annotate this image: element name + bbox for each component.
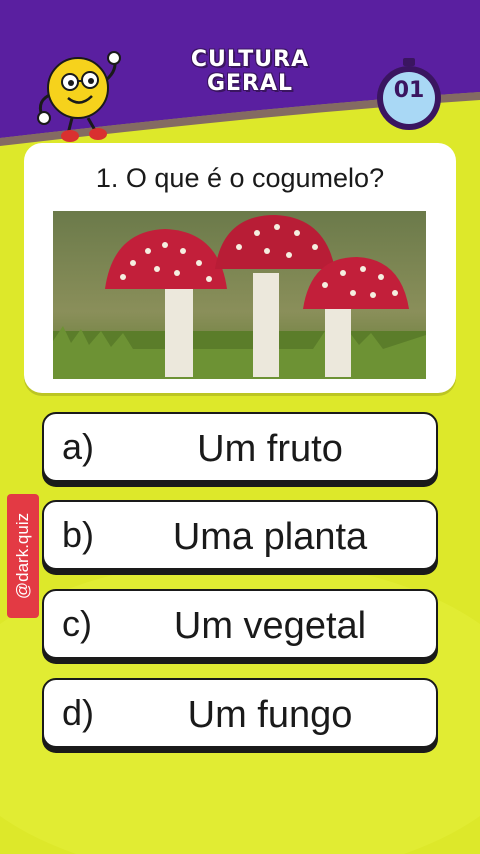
answer-option-c[interactable]: c) Um vegetal	[42, 589, 438, 659]
question-text: 1. O que é o cogumelo?	[95, 163, 385, 193]
answer-letter: a)	[62, 426, 95, 467]
mushroom-illustration	[53, 211, 426, 379]
answer-text: Uma planta	[172, 516, 368, 558]
title-line-1: CULTURA	[190, 47, 310, 72]
question-card: 1. O que é o cogumelo?	[24, 143, 456, 393]
answer-letter: b)	[62, 514, 95, 555]
answer-letter: d)	[62, 692, 95, 733]
answer-letter: c)	[62, 603, 92, 644]
smiley-mascot-icon	[37, 51, 121, 142]
answer-text: Um fruto	[197, 428, 343, 470]
watermark-badge: @dark.quiz	[7, 494, 39, 618]
answer-option-d[interactable]: d) Um fungo	[42, 678, 438, 748]
answer-text: Um fungo	[187, 694, 353, 736]
answer-option-a[interactable]: a) Um fruto	[42, 412, 438, 482]
title-line-2: GERAL	[206, 71, 294, 96]
answer-text: Um vegetal	[173, 605, 367, 647]
timer-value: 01	[393, 78, 425, 103]
watermark-text: @dark.quiz	[13, 512, 32, 600]
question-image	[53, 211, 426, 379]
answer-option-b[interactable]: b) Uma planta	[42, 500, 438, 570]
page-title: CULTURA GERAL	[150, 48, 350, 96]
